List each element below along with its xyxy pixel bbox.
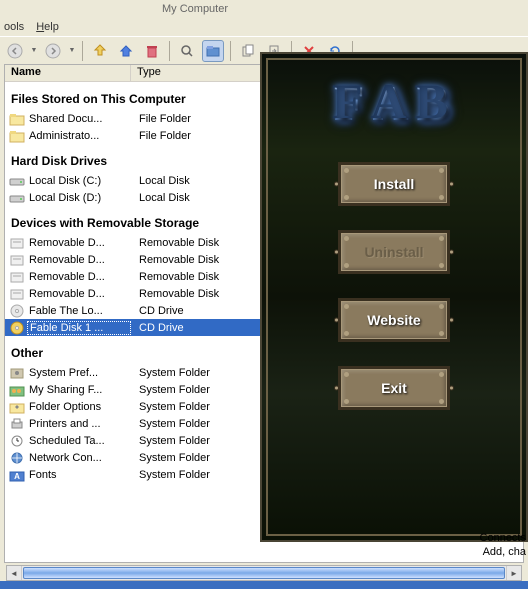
item-type: System Folder (131, 384, 210, 396)
item-type: System Folder (131, 418, 210, 430)
removable-disk-icon (7, 286, 27, 302)
item-name: Folder Options (27, 401, 131, 413)
fable-autorun-window: F A B Install Uninstall Website Exit (260, 52, 528, 542)
item-name: Fable The Lo... (27, 305, 131, 317)
folder-options-icon (7, 399, 27, 415)
fable-letter: F (334, 74, 369, 132)
item-type: System Folder (131, 469, 210, 481)
search-button[interactable] (176, 40, 198, 62)
item-type: System Folder (131, 435, 210, 447)
scroll-thumb[interactable] (23, 567, 505, 579)
website-button[interactable]: Website (338, 298, 450, 342)
fonts-icon: A (7, 467, 27, 483)
back-button[interactable] (4, 40, 26, 62)
disk-icon (7, 190, 27, 206)
item-name: Printers and ... (27, 418, 131, 430)
item-name: Removable D... (27, 288, 131, 300)
item-name: Shared Docu... (27, 113, 131, 125)
item-name: Fonts (27, 469, 131, 481)
uninstall-button: Uninstall (338, 230, 450, 274)
menubar: ools Help (0, 18, 528, 36)
install-button[interactable]: Install (338, 162, 450, 206)
home-button[interactable] (115, 40, 137, 62)
item-name: Scheduled Ta... (27, 435, 131, 447)
forward-button[interactable] (42, 40, 64, 62)
fable-letter: B (417, 74, 454, 132)
taskbar (0, 581, 528, 589)
scroll-left-button[interactable]: ◄ (7, 566, 22, 580)
item-type: Local Disk (131, 175, 190, 187)
status-text: Connects Add, cha (480, 531, 526, 559)
folders-button[interactable] (202, 40, 224, 62)
fable-letter: A (373, 74, 413, 132)
removable-disk-icon (7, 235, 27, 251)
copy-to-button[interactable] (237, 40, 259, 62)
item-type: System Folder (131, 452, 210, 464)
column-name[interactable]: Name (5, 65, 131, 81)
horizontal-scrollbar[interactable]: ◄ ► (6, 565, 522, 581)
item-type: File Folder (131, 113, 191, 125)
exit-button[interactable]: Exit (338, 366, 450, 410)
item-name: Fable Disk 1 ... (27, 321, 131, 335)
website-label: Website (367, 312, 420, 328)
item-type: File Folder (131, 130, 191, 142)
svg-text:A: A (14, 472, 20, 481)
titlebar: My Computer (0, 0, 528, 18)
forward-dropdown[interactable]: ▼ (68, 47, 76, 54)
item-type: CD Drive (131, 322, 184, 334)
back-dropdown[interactable]: ▼ (30, 47, 38, 54)
item-name: Removable D... (27, 254, 131, 266)
item-type: Removable Disk (131, 271, 219, 283)
window-title: My Computer (162, 3, 228, 15)
network-icon (7, 450, 27, 466)
cd-drive-icon (7, 303, 27, 319)
item-type: Removable Disk (131, 254, 219, 266)
disk-icon (7, 173, 27, 189)
item-name: Local Disk (D:) (27, 192, 131, 204)
item-name: Network Con... (27, 452, 131, 464)
uninstall-label: Uninstall (364, 244, 423, 260)
scheduled-tasks-icon (7, 433, 27, 449)
item-type: CD Drive (131, 305, 184, 317)
item-type: Removable Disk (131, 288, 219, 300)
item-name: My Sharing F... (27, 384, 131, 396)
delete-button[interactable] (141, 40, 163, 62)
sharing-folder-icon (7, 382, 27, 398)
printers-icon (7, 416, 27, 432)
up-button[interactable] (89, 40, 111, 62)
scroll-right-button[interactable]: ► (506, 566, 521, 580)
item-name: Removable D... (27, 271, 131, 283)
menu-tools[interactable]: ools (4, 21, 24, 33)
menu-help[interactable]: Help (36, 21, 59, 33)
system-folder-icon (7, 365, 27, 381)
item-type: Removable Disk (131, 237, 219, 249)
removable-disk-icon (7, 252, 27, 268)
exit-label: Exit (381, 380, 407, 396)
item-name: Local Disk (C:) (27, 175, 131, 187)
item-name: Removable D... (27, 237, 131, 249)
cd-drive-icon (7, 320, 27, 336)
item-type: Local Disk (131, 192, 190, 204)
folder-user-icon (7, 128, 27, 144)
item-type: System Folder (131, 401, 210, 413)
folder-shared-icon (7, 111, 27, 127)
removable-disk-icon (7, 269, 27, 285)
item-name: Administrato... (27, 130, 131, 142)
install-label: Install (374, 176, 414, 192)
item-name: System Pref... (27, 367, 131, 379)
item-type: System Folder (131, 367, 210, 379)
